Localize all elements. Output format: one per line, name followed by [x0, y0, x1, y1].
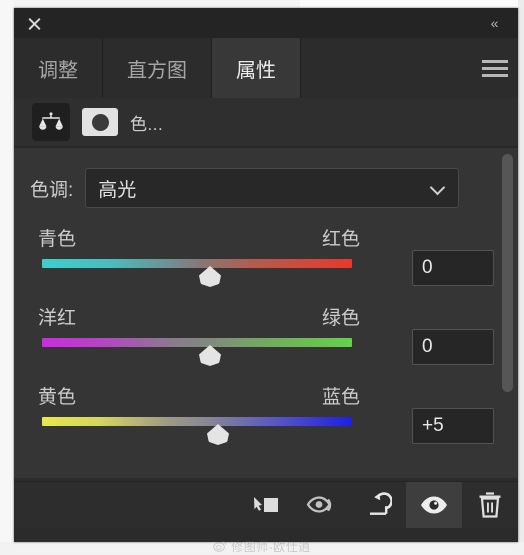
trash-icon	[479, 492, 501, 518]
tab-adjustments[interactable]: 调整	[14, 38, 103, 98]
slider-thumb-cyan-red[interactable]	[199, 266, 221, 287]
slider-track-magenta-green[interactable]	[36, 336, 364, 366]
slider-rail-yellow-blue	[42, 417, 352, 426]
slider-rail-cyan-red	[42, 259, 352, 268]
preview-toggle-icon	[306, 496, 332, 513]
desktop-background-right	[518, 0, 524, 554]
watermark: 修图师-欧仕逍	[0, 538, 524, 554]
watermark-text: 修图师-欧仕逍	[231, 539, 311, 554]
slider-group-magenta-green: 洋红 绿色 0	[14, 293, 518, 366]
color-balance-icon[interactable]	[32, 103, 70, 141]
panel-menu-icon[interactable]	[472, 38, 518, 98]
desktop-background-left	[0, 0, 14, 554]
panel-tabbar: 调整 直方图 属性	[14, 38, 518, 98]
slider-right-label-blue: 蓝色	[321, 387, 360, 408]
slider-value-yellow-blue[interactable]: +5	[412, 408, 494, 444]
tab-properties[interactable]: 属性	[212, 38, 301, 98]
adjustment-title: 色...	[130, 114, 164, 134]
tone-dropdown[interactable]: 高光	[85, 168, 460, 208]
footer-spacer	[14, 482, 238, 528]
slider-left-label-cyan: 青色	[38, 229, 77, 250]
collapse-panel-icon[interactable]: «	[484, 14, 504, 32]
slider-right-label-red: 红色	[321, 229, 360, 250]
tone-label: 色调:	[30, 179, 74, 201]
slider-value-magenta-green[interactable]: 0	[412, 329, 494, 365]
slider-value-cyan-red[interactable]: 0	[412, 250, 494, 286]
properties-body: 色调: 高光 青色 红色 0 洋红 绿色 0 黄色 蓝色 +5	[14, 147, 518, 478]
slider-left-label-yellow: 黄色	[38, 387, 77, 408]
slider-track-yellow-blue[interactable]	[36, 415, 364, 445]
adjustment-header: 色...	[14, 98, 518, 147]
panel-footer-toolbar	[14, 481, 518, 528]
slider-left-label-magenta: 洋红	[38, 308, 77, 329]
tabbar-spacer	[301, 38, 472, 98]
slider-right-label-green: 绿色	[321, 308, 360, 329]
tab-histogram[interactable]: 直方图	[103, 38, 212, 98]
tone-row: 色调: 高光	[14, 148, 518, 208]
clip-to-layer-icon	[254, 497, 278, 512]
panel-titlebar: «	[14, 8, 518, 38]
slider-thumb-magenta-green[interactable]	[199, 345, 221, 366]
slider-rail-magenta-green	[42, 338, 352, 347]
slider-thumb-yellow-blue[interactable]	[207, 424, 229, 445]
reset-button[interactable]	[350, 482, 406, 528]
weibo-icon	[213, 540, 227, 552]
toggle-visibility-button[interactable]	[406, 482, 462, 528]
hamburger-icon	[482, 59, 508, 77]
delete-layer-button[interactable]	[462, 482, 518, 528]
reset-icon	[370, 492, 392, 515]
layer-mask-thumbnail[interactable]	[82, 108, 118, 136]
tone-dropdown-value: 高光	[98, 179, 137, 201]
preview-toggle-button[interactable]	[294, 482, 350, 528]
slider-track-cyan-red[interactable]	[36, 257, 364, 287]
slider-group-cyan-red: 青色 红色 0	[14, 214, 518, 287]
slider-labels-yellow-blue: 黄色 蓝色	[38, 382, 360, 409]
screen-root: « 调整 直方图 属性 色... 色调: 高光 青色 红色 0 洋红 绿色 0 …	[0, 0, 524, 554]
slider-group-yellow-blue: 黄色 蓝色 +5	[14, 372, 518, 445]
slider-labels-cyan-red: 青色 红色	[38, 224, 360, 251]
chevron-down-icon	[432, 182, 444, 194]
properties-panel: « 调整 直方图 属性 色... 色调: 高光 青色 红色 0 洋红 绿色 0 …	[14, 8, 518, 542]
visibility-eye-icon	[421, 496, 447, 514]
mask-circle-icon	[91, 113, 109, 131]
clip-to-layer-button[interactable]	[238, 482, 294, 528]
close-icon[interactable]	[26, 15, 43, 32]
slider-labels-magenta-green: 洋红 绿色	[38, 303, 360, 330]
